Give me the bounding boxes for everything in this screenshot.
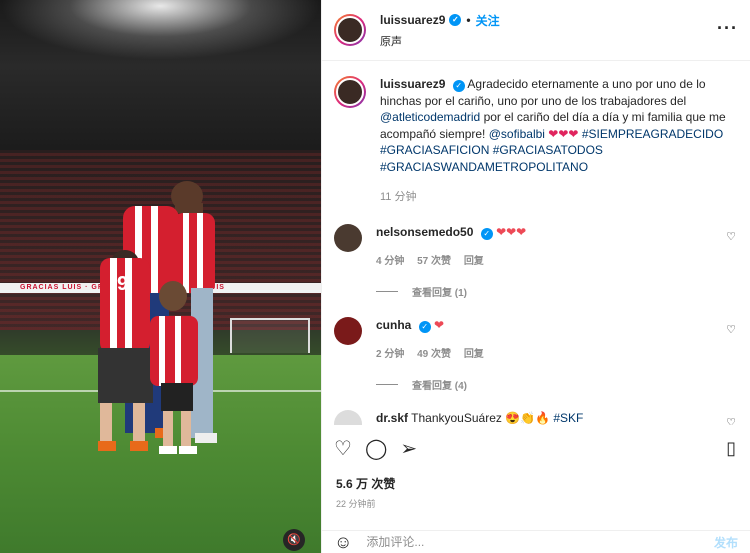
heart-icon[interactable]: ♡ (726, 416, 736, 426)
avatar[interactable] (334, 316, 362, 345)
bookmark-icon[interactable]: ▯ (726, 438, 736, 459)
mention-sofibalbi[interactable]: @sofibalbi (489, 127, 545, 141)
comment-text: ❤❤❤ (496, 224, 527, 239)
comment-time: 2 分钟 (376, 348, 405, 360)
comment-item: nelsonsemedo50 ✓ ❤❤❤ 4 分钟 57 次赞 回复 查看回复 … (334, 223, 738, 299)
comment-text: ThankyouSuárez 😍👏🔥 (411, 410, 551, 425)
likes-count[interactable]: 5.6 万 次赞 (336, 475, 395, 492)
reply-button[interactable]: 回复 (464, 256, 484, 267)
heart-icon[interactable]: ♡ (726, 230, 736, 243)
comment-likes[interactable]: 57 次赞 (417, 256, 451, 267)
view-replies-label: 查看回复 (1) (412, 287, 467, 299)
comment-icon[interactable]: ◯ (365, 439, 387, 459)
add-comment-bar: ☺ 发布 (322, 530, 750, 553)
muted-speaker-icon[interactable]: 🔇 (283, 529, 305, 551)
post-button[interactable]: 发布 (714, 534, 738, 551)
post-details-panel: luissuarez9 ✓ • 关注 原声 ··· luissuarez9 ✓ … (321, 0, 750, 553)
verified-icon: ✓ (449, 14, 462, 26)
comment-text: ❤ (434, 317, 445, 332)
instagram-post-modal: GRACIAS LUIS · GRACIAS LUIS · GRACIAS LU… (0, 0, 750, 553)
heart-icon[interactable]: ♡ (726, 323, 736, 336)
verified-icon: ✓ (452, 80, 465, 92)
emoji-icon[interactable]: ☺ (334, 532, 352, 553)
avatar[interactable] (334, 409, 362, 425)
caption-username[interactable]: luissuarez9 (380, 77, 445, 91)
avatar[interactable] (334, 14, 366, 46)
comment-likes[interactable]: 49 次赞 (417, 349, 451, 360)
verified-icon: ✓ (480, 227, 493, 240)
comment-time: 4 分钟 (376, 255, 405, 267)
reply-button[interactable]: 回复 (464, 349, 484, 360)
svg-text:9: 9 (117, 273, 128, 295)
comments-list: luissuarez9 ✓ Agradecido eternamente a u… (322, 62, 750, 425)
post-video[interactable]: GRACIAS LUIS · GRACIAS LUIS · GRACIAS LU… (0, 0, 321, 553)
comment-item: dr.skf ThankyouSuárez 😍👏🔥 #SKF ♡ (334, 409, 738, 426)
family-hug-figures: 9 (98, 181, 217, 454)
avatar[interactable] (334, 223, 362, 252)
separator-dot: • (466, 13, 471, 27)
comment-item: cunha ✓ ❤ 2 分钟 49 次赞 回复 查看回复 (4) ♡ (334, 316, 738, 392)
comment-hashtag[interactable]: #SKF (553, 411, 583, 425)
post-header: luissuarez9 ✓ • 关注 原声 ··· (322, 0, 750, 61)
author-username[interactable]: luissuarez9 (380, 13, 445, 27)
follow-button[interactable]: 关注 (476, 12, 500, 29)
avatar[interactable] (334, 76, 366, 108)
view-replies-button[interactable]: 查看回复 (4) (376, 377, 716, 392)
stadium-lights (0, 0, 321, 60)
heart-emojis: ❤❤❤ (548, 126, 579, 141)
posted-time: 22 分钟前 (336, 499, 376, 509)
post-caption: luissuarez9 ✓ Agradecido eternamente a u… (334, 76, 738, 206)
view-replies-button[interactable]: 查看回复 (1) (376, 284, 716, 299)
verified-icon: ✓ (418, 320, 431, 333)
comment-username[interactable]: nelsonsemedo50 (376, 225, 473, 239)
caption-time: 11 分钟 (380, 191, 417, 203)
comment-username[interactable]: dr.skf (376, 411, 408, 425)
audio-label[interactable]: 原声 (380, 33, 500, 49)
comment-input[interactable] (366, 535, 714, 549)
mention-atleticodemadrid[interactable]: @atleticodemadrid (380, 110, 480, 124)
action-bar: ♡ ◯ ➢ ▯ (322, 434, 750, 464)
share-icon[interactable]: ➢ (400, 439, 417, 459)
comment-username[interactable]: cunha (376, 318, 411, 332)
more-icon[interactable]: ··· (717, 18, 738, 39)
goal-net (230, 318, 310, 353)
view-replies-label: 查看回复 (4) (412, 380, 467, 392)
heart-icon[interactable]: ♡ (334, 439, 352, 459)
